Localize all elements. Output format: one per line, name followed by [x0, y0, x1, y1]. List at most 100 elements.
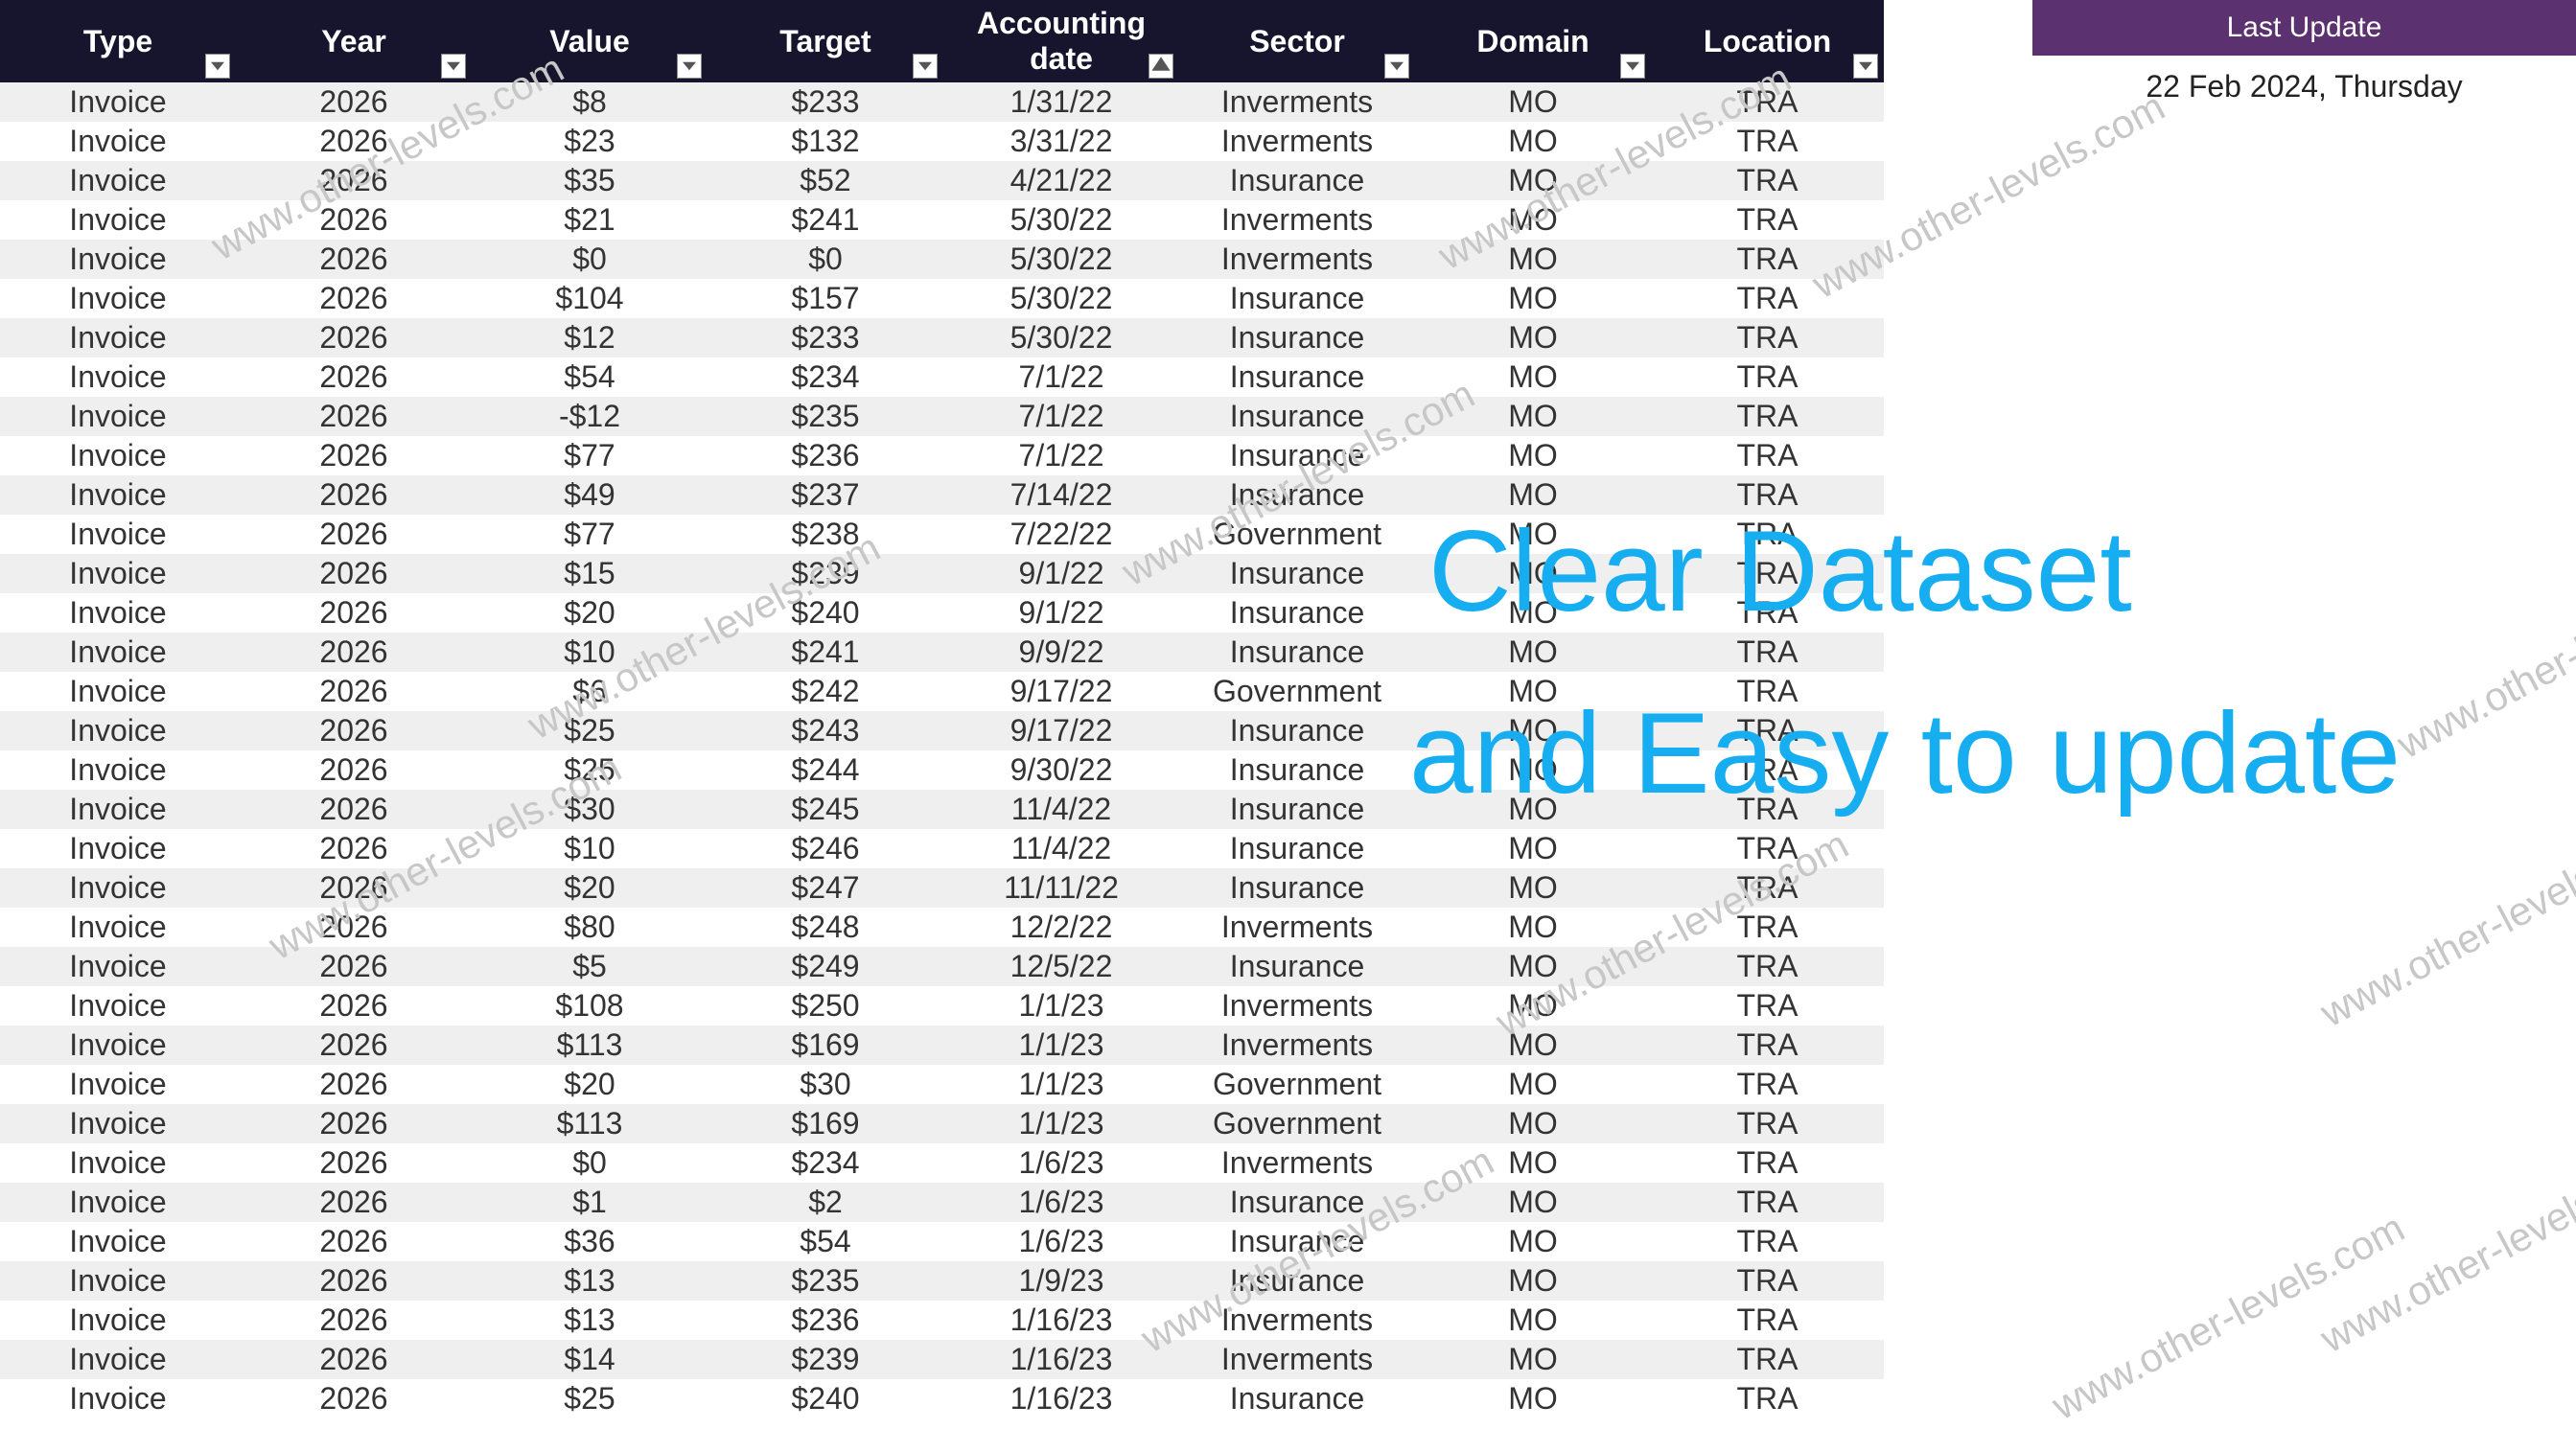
cell-domain[interactable]: MO [1415, 279, 1651, 318]
cell-value[interactable]: $30 [472, 790, 708, 829]
cell-target[interactable]: $52 [708, 161, 943, 200]
cell-domain[interactable]: MO [1415, 1065, 1651, 1104]
cell-date[interactable]: 1/16/23 [943, 1340, 1179, 1379]
cell-year[interactable]: 2026 [236, 829, 472, 868]
table-row[interactable]: Invoice2026$54$2347/1/22InsuranceMOTRA [0, 357, 1884, 397]
cell-sector[interactable]: Insurance [1179, 829, 1415, 868]
header-sector[interactable]: Sector [1179, 0, 1415, 82]
cell-date[interactable]: 1/1/23 [943, 986, 1179, 1026]
cell-domain[interactable]: MO [1415, 829, 1651, 868]
cell-year[interactable]: 2026 [236, 475, 472, 515]
cell-date[interactable]: 9/9/22 [943, 633, 1179, 672]
cell-domain[interactable]: MO [1415, 475, 1651, 515]
cell-location[interactable]: TRA [1651, 947, 1884, 986]
filter-dropdown-icon[interactable] [1620, 54, 1645, 79]
cell-type[interactable]: Invoice [0, 829, 236, 868]
cell-location[interactable]: TRA [1651, 908, 1884, 947]
cell-sector[interactable]: Inverments [1179, 240, 1415, 279]
cell-type[interactable]: Invoice [0, 908, 236, 947]
cell-target[interactable]: $246 [708, 829, 943, 868]
cell-target[interactable]: $2 [708, 1183, 943, 1222]
cell-date[interactable]: 11/11/22 [943, 868, 1179, 908]
cell-type[interactable]: Invoice [0, 475, 236, 515]
cell-type[interactable]: Invoice [0, 436, 236, 475]
cell-date[interactable]: 1/16/23 [943, 1379, 1179, 1418]
cell-domain[interactable]: MO [1415, 947, 1651, 986]
table-row[interactable]: Invoice2026$113$1691/1/23InvermentsMOTRA [0, 1026, 1884, 1065]
cell-location[interactable]: TRA [1651, 122, 1884, 161]
cell-location[interactable]: TRA [1651, 829, 1884, 868]
cell-domain[interactable]: MO [1415, 554, 1651, 593]
cell-type[interactable]: Invoice [0, 1301, 236, 1340]
cell-value[interactable]: $10 [472, 829, 708, 868]
table-row[interactable]: Invoice2026$20$24711/11/22InsuranceMOTRA [0, 868, 1884, 908]
cell-value[interactable]: $54 [472, 357, 708, 397]
cell-year[interactable]: 2026 [236, 200, 472, 240]
cell-date[interactable]: 5/30/22 [943, 240, 1179, 279]
cell-date[interactable]: 1/1/23 [943, 1065, 1179, 1104]
cell-domain[interactable]: MO [1415, 397, 1651, 436]
cell-sector[interactable]: Insurance [1179, 161, 1415, 200]
cell-domain[interactable]: MO [1415, 868, 1651, 908]
cell-domain[interactable]: MO [1415, 986, 1651, 1026]
cell-type[interactable]: Invoice [0, 122, 236, 161]
cell-year[interactable]: 2026 [236, 1065, 472, 1104]
cell-date[interactable]: 1/6/23 [943, 1222, 1179, 1261]
cell-domain[interactable]: MO [1415, 908, 1651, 947]
cell-year[interactable]: 2026 [236, 436, 472, 475]
cell-sector[interactable]: Insurance [1179, 593, 1415, 633]
cell-year[interactable]: 2026 [236, 750, 472, 790]
header-accounting-date[interactable]: Accounting date [943, 0, 1179, 82]
cell-date[interactable]: 9/1/22 [943, 554, 1179, 593]
cell-target[interactable]: $169 [708, 1026, 943, 1065]
cell-domain[interactable]: MO [1415, 672, 1651, 711]
cell-location[interactable]: TRA [1651, 82, 1884, 122]
cell-type[interactable]: Invoice [0, 1183, 236, 1222]
cell-sector[interactable]: Insurance [1179, 1261, 1415, 1301]
cell-value[interactable]: $77 [472, 436, 708, 475]
cell-value[interactable]: $0 [472, 1143, 708, 1183]
cell-value[interactable]: $104 [472, 279, 708, 318]
cell-sector[interactable]: Inverments [1179, 1340, 1415, 1379]
cell-target[interactable]: $233 [708, 82, 943, 122]
cell-value[interactable]: $13 [472, 1261, 708, 1301]
cell-target[interactable]: $250 [708, 986, 943, 1026]
table-row[interactable]: Invoice2026$0$05/30/22InvermentsMOTRA [0, 240, 1884, 279]
cell-year[interactable]: 2026 [236, 515, 472, 554]
cell-type[interactable]: Invoice [0, 750, 236, 790]
cell-date[interactable]: 7/1/22 [943, 357, 1179, 397]
cell-type[interactable]: Invoice [0, 790, 236, 829]
cell-sector[interactable]: Inverments [1179, 986, 1415, 1026]
cell-date[interactable]: 11/4/22 [943, 829, 1179, 868]
cell-sector[interactable]: Insurance [1179, 554, 1415, 593]
cell-type[interactable]: Invoice [0, 161, 236, 200]
cell-year[interactable]: 2026 [236, 1379, 472, 1418]
cell-value[interactable]: $49 [472, 475, 708, 515]
sort-ascending-icon[interactable] [1149, 54, 1173, 79]
cell-year[interactable]: 2026 [236, 1261, 472, 1301]
cell-type[interactable]: Invoice [0, 1143, 236, 1183]
header-location[interactable]: Location [1651, 0, 1884, 82]
cell-type[interactable]: Invoice [0, 1065, 236, 1104]
cell-value[interactable]: $15 [472, 554, 708, 593]
cell-date[interactable]: 5/30/22 [943, 279, 1179, 318]
cell-date[interactable]: 7/14/22 [943, 475, 1179, 515]
cell-sector[interactable]: Insurance [1179, 711, 1415, 750]
cell-year[interactable]: 2026 [236, 593, 472, 633]
cell-type[interactable]: Invoice [0, 82, 236, 122]
cell-domain[interactable]: MO [1415, 1183, 1651, 1222]
cell-year[interactable]: 2026 [236, 1143, 472, 1183]
cell-sector[interactable]: Inverments [1179, 1026, 1415, 1065]
cell-sector[interactable]: Inverments [1179, 1143, 1415, 1183]
table-row[interactable]: Invoice2026$108$2501/1/23InvermentsMOTRA [0, 986, 1884, 1026]
cell-sector[interactable]: Inverments [1179, 1301, 1415, 1340]
cell-location[interactable]: TRA [1651, 1340, 1884, 1379]
cell-domain[interactable]: MO [1415, 1340, 1651, 1379]
filter-dropdown-icon[interactable] [441, 54, 466, 79]
cell-type[interactable]: Invoice [0, 1379, 236, 1418]
cell-date[interactable]: 7/22/22 [943, 515, 1179, 554]
cell-value[interactable]: $6 [472, 672, 708, 711]
cell-date[interactable]: 12/2/22 [943, 908, 1179, 947]
cell-value[interactable]: $14 [472, 1340, 708, 1379]
cell-year[interactable]: 2026 [236, 1340, 472, 1379]
